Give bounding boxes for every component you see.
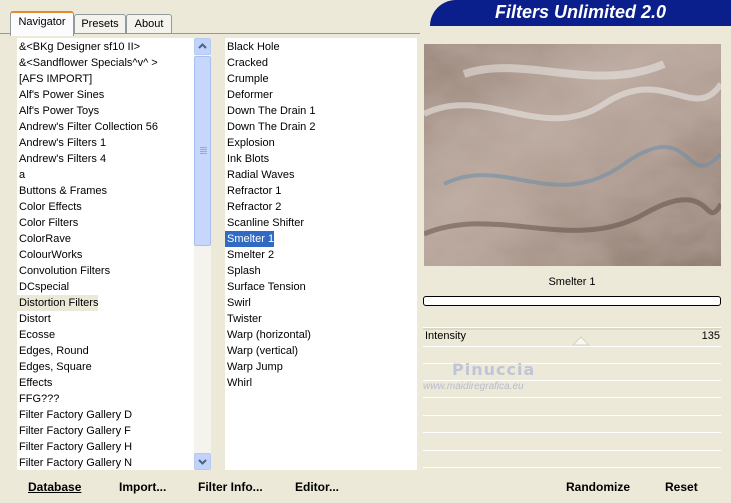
- app-title: Filters Unlimited 2.0: [494, 2, 667, 22]
- filter-item[interactable]: Smelter 1: [225, 231, 275, 247]
- filter-list[interactable]: Black Hole Cracked Crumple Deformer Down The…: [225, 38, 417, 470]
- preview-caption: Smelter 1: [548, 276, 596, 288]
- randomize-label: Randomize: [566, 480, 631, 494]
- grip-line: [200, 151, 207, 152]
- category-list[interactable]: &<BKg Designer sf10 II> &<Sandflower Spec…: [17, 38, 194, 470]
- filter-item[interactable]: Swirl: [225, 295, 251, 311]
- intensity-slider[interactable]: [423, 328, 721, 346]
- category-item[interactable]: Edges, Round: [17, 343, 89, 359]
- category-item[interactable]: Filter Factory Gallery H: [17, 439, 132, 455]
- category-item[interactable]: &<BKg Designer sf10 II>: [17, 39, 140, 55]
- category-item[interactable]: DCspecial: [17, 279, 69, 295]
- category-item[interactable]: Ecosse: [17, 327, 55, 343]
- category-item[interactable]: Filter Factory Gallery F: [17, 423, 131, 439]
- divider: [423, 432, 721, 433]
- category-item[interactable]: Buttons & Frames: [17, 183, 107, 199]
- filter-item[interactable]: Whirl: [225, 375, 252, 391]
- chevron-up-icon: [198, 43, 207, 49]
- watermark-site: www.maidiregrafica.eu: [423, 381, 524, 392]
- filter-item[interactable]: Down The Drain 2: [225, 119, 315, 135]
- filter-item[interactable]: Splash: [225, 263, 261, 279]
- reset-button[interactable]: Reset: [665, 480, 698, 494]
- slider-ticks: [423, 328, 721, 346]
- category-item[interactable]: FFG???: [17, 391, 59, 407]
- category-item[interactable]: Distort: [17, 311, 51, 327]
- preview-image: [424, 44, 721, 266]
- category-item[interactable]: Andrew's Filters 1: [17, 135, 106, 151]
- filter-info-button[interactable]: Filter Info...: [198, 480, 263, 494]
- import-button[interactable]: Import...: [119, 480, 166, 494]
- grip-line: [200, 149, 207, 150]
- editor-button[interactable]: Editor...: [295, 480, 339, 494]
- filter-item[interactable]: Refractor 1: [225, 183, 281, 199]
- filter-item[interactable]: Ink Blots: [225, 151, 269, 167]
- category-item[interactable]: Edges, Square: [17, 359, 92, 375]
- category-item[interactable]: [AFS IMPORT]: [17, 71, 92, 87]
- chevron-down-icon: [198, 459, 207, 465]
- category-item[interactable]: Andrew's Filters 4: [17, 151, 106, 167]
- editor-label: Editor...: [295, 480, 340, 494]
- tab-about-label: About: [134, 18, 164, 30]
- title-banner: Filters Unlimited 2.0: [430, 0, 731, 26]
- tab-presets[interactable]: Presets: [74, 14, 126, 34]
- tab-presets-label: Presets: [81, 18, 119, 30]
- filter-item[interactable]: Down The Drain 1: [225, 103, 315, 119]
- progress-bar: [423, 296, 721, 306]
- filter-item[interactable]: Warp Jump: [225, 359, 283, 375]
- category-item[interactable]: &<Sandflower Specials^v^ >: [17, 55, 158, 71]
- filter-item[interactable]: Surface Tension: [225, 279, 306, 295]
- scroll-down-button[interactable]: [194, 453, 211, 470]
- category-item[interactable]: Effects: [17, 375, 52, 391]
- category-scrollbar[interactable]: [194, 38, 211, 470]
- filter-item[interactable]: Cracked: [225, 55, 268, 71]
- category-item[interactable]: Color Effects: [17, 199, 82, 215]
- divider: [423, 450, 721, 451]
- category-item[interactable]: Alf's Power Sines: [17, 87, 104, 103]
- filter-item[interactable]: Refractor 2: [225, 199, 281, 215]
- category-item[interactable]: Color Filters: [17, 215, 78, 231]
- scroll-thumb[interactable]: [194, 56, 211, 246]
- reset-label: Reset: [665, 480, 698, 494]
- grip-line: [200, 153, 207, 154]
- category-item[interactable]: ColourWorks: [17, 247, 82, 263]
- randomize-button[interactable]: Randomize: [566, 480, 630, 494]
- filter-item[interactable]: Smelter 2: [225, 247, 274, 263]
- filter-info-label: Filter Info...: [198, 480, 263, 494]
- filter-item[interactable]: Crumple: [225, 71, 269, 87]
- divider: [423, 467, 721, 468]
- database-label: Database: [28, 480, 82, 494]
- category-item[interactable]: a: [17, 167, 25, 183]
- preview-texture: [424, 44, 721, 266]
- filter-item[interactable]: Radial Waves: [225, 167, 294, 183]
- divider: [423, 397, 721, 398]
- category-item[interactable]: Filter Factory Gallery N: [17, 455, 132, 470]
- divider: [423, 415, 721, 416]
- scroll-up-button[interactable]: [194, 38, 211, 55]
- tab-navigator[interactable]: Navigator: [10, 11, 74, 36]
- category-item[interactable]: Convolution Filters: [17, 263, 110, 279]
- tab-about[interactable]: About: [126, 14, 172, 34]
- category-item[interactable]: ColorRave: [17, 231, 71, 247]
- filter-item[interactable]: Warp (horizontal): [225, 327, 311, 343]
- category-item[interactable]: Andrew's Filter Collection 56: [17, 119, 158, 135]
- divider: [423, 346, 721, 347]
- filter-item[interactable]: Deformer: [225, 87, 273, 103]
- filter-item[interactable]: Scanline Shifter: [225, 215, 304, 231]
- import-label: Import...: [119, 480, 167, 494]
- category-item[interactable]: Distortion Filters: [17, 295, 99, 311]
- tab-navigator-label: Navigator: [18, 16, 66, 28]
- watermark-name: Pinuccia: [452, 360, 536, 379]
- filter-item[interactable]: Explosion: [225, 135, 275, 151]
- filter-item[interactable]: Twister: [225, 311, 262, 327]
- category-item[interactable]: Filter Factory Gallery D: [17, 407, 132, 423]
- grip-line: [200, 147, 207, 148]
- category-item[interactable]: Alf's Power Toys: [17, 103, 99, 119]
- database-button[interactable]: Database: [28, 480, 81, 494]
- filter-item[interactable]: Warp (vertical): [225, 343, 298, 359]
- filter-item[interactable]: Black Hole: [225, 39, 280, 55]
